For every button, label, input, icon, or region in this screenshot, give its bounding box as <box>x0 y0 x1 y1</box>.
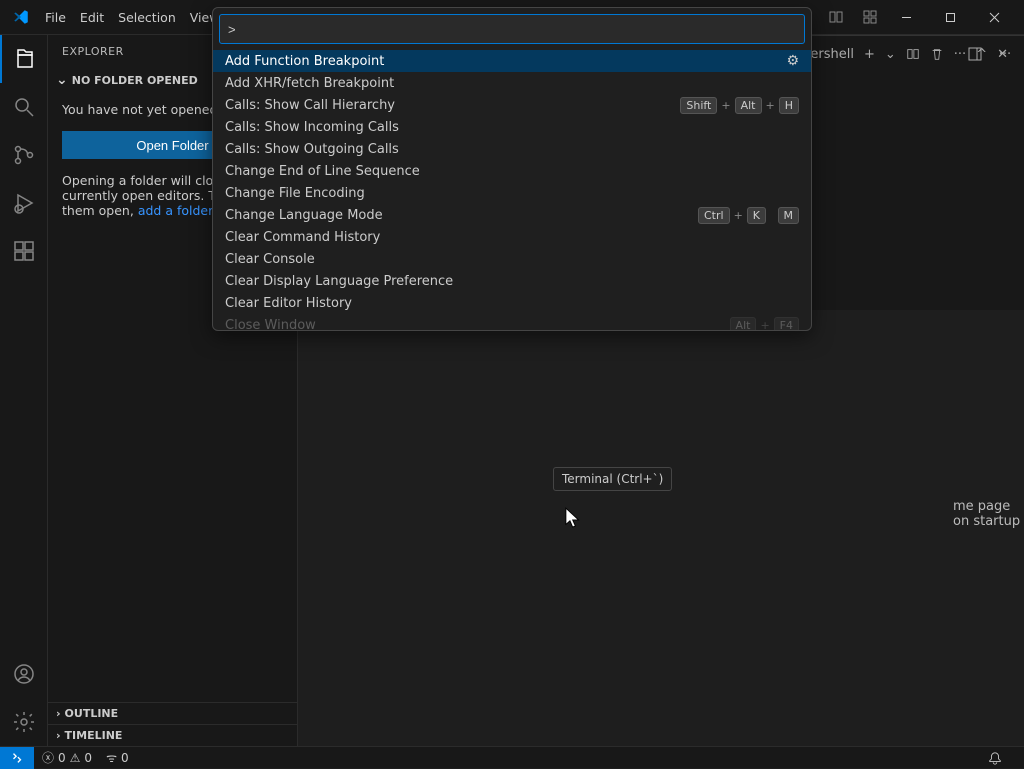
command-palette-list: Add Function Breakpoint⚙Add XHR/fetch Br… <box>213 50 811 330</box>
menu-selection[interactable]: Selection <box>111 6 183 29</box>
gear-icon[interactable]: ⚙ <box>786 53 799 69</box>
command-item[interactable]: Add Function Breakpoint⚙ <box>213 50 811 72</box>
command-item[interactable]: Calls: Show Incoming Calls <box>213 116 811 138</box>
status-bar: ⓧ0⚠0 ᯤ0 <box>0 746 1024 768</box>
activity-explorer-icon[interactable] <box>0 35 48 83</box>
window-controls <box>884 0 1016 35</box>
remote-status-button[interactable] <box>0 747 34 769</box>
command-item[interactable]: Change File Encoding <box>213 182 811 204</box>
menu-edit[interactable]: Edit <box>73 6 111 29</box>
activity-run-debug-icon[interactable] <box>0 179 48 227</box>
error-icon: ⓧ <box>42 749 54 766</box>
chevron-down-icon: ⌄ <box>56 72 68 88</box>
menu-file[interactable]: File <box>38 6 73 29</box>
command-item[interactable]: Change Language ModeCtrl+K M <box>213 204 811 226</box>
problems-status[interactable]: ⓧ0⚠0 <box>42 749 92 766</box>
terminal-dropdown-icon[interactable]: ⌄ <box>885 47 896 62</box>
command-item[interactable]: Clear Command History <box>213 226 811 248</box>
command-item[interactable]: Clear Editor History <box>213 292 811 314</box>
command-item[interactable]: Close WindowAlt+F4 <box>213 314 811 330</box>
mouse-cursor-icon <box>565 507 583 531</box>
add-a-folder-link[interactable]: add a folder <box>138 203 213 218</box>
ports-status[interactable]: ᯤ0 <box>106 749 129 766</box>
antenna-icon: ᯤ <box>106 749 117 766</box>
split-terminal-icon[interactable] <box>906 47 920 61</box>
welcome-checkbox-label: me page on startup <box>953 499 1024 529</box>
activity-source-control-icon[interactable] <box>0 131 48 179</box>
command-item[interactable]: Calls: Show Outgoing Calls <box>213 138 811 160</box>
chevron-right-icon: › <box>56 729 61 742</box>
command-item[interactable]: Clear Console <box>213 248 811 270</box>
command-palette-input[interactable] <box>219 14 805 44</box>
more-actions-icon[interactable]: ··· <box>994 43 1016 65</box>
section-label: NO FOLDER OPENED <box>72 74 198 87</box>
timeline-section-header[interactable]: ›TIMELINE <box>48 724 297 746</box>
activity-search-icon[interactable] <box>0 83 48 131</box>
split-editor-right-icon[interactable] <box>964 43 986 65</box>
activity-account-icon[interactable] <box>0 650 48 698</box>
command-item[interactable]: Change End of Line Sequence <box>213 160 811 182</box>
new-terminal-button[interactable]: + <box>864 47 875 62</box>
outline-section-header[interactable]: ›OUTLINE <box>48 702 297 724</box>
activity-extensions-icon[interactable] <box>0 227 48 275</box>
notifications-icon[interactable] <box>988 751 1002 765</box>
split-editor-icon[interactable] <box>822 3 850 31</box>
maximize-button[interactable] <box>928 0 972 35</box>
activity-settings-icon[interactable] <box>0 698 48 746</box>
minimize-button[interactable] <box>884 0 928 35</box>
activity-bar <box>0 35 48 746</box>
chevron-right-icon: › <box>56 707 61 720</box>
vscode-logo-icon <box>12 8 30 26</box>
warning-icon: ⚠ <box>70 751 81 765</box>
tooltip: Terminal (Ctrl+`) <box>553 467 672 491</box>
command-item[interactable]: Clear Display Language Preference <box>213 270 811 292</box>
command-item[interactable]: Add XHR/fetch Breakpoint <box>213 72 811 94</box>
close-button[interactable] <box>972 0 1016 35</box>
kill-terminal-icon[interactable] <box>930 47 944 61</box>
menu-bar: FileEditSelectionView <box>38 6 226 29</box>
customize-layout-icon[interactable] <box>856 3 884 31</box>
command-item[interactable]: Calls: Show Call HierarchyShift+Alt+H <box>213 94 811 116</box>
command-palette: Add Function Breakpoint⚙Add XHR/fetch Br… <box>212 7 812 331</box>
